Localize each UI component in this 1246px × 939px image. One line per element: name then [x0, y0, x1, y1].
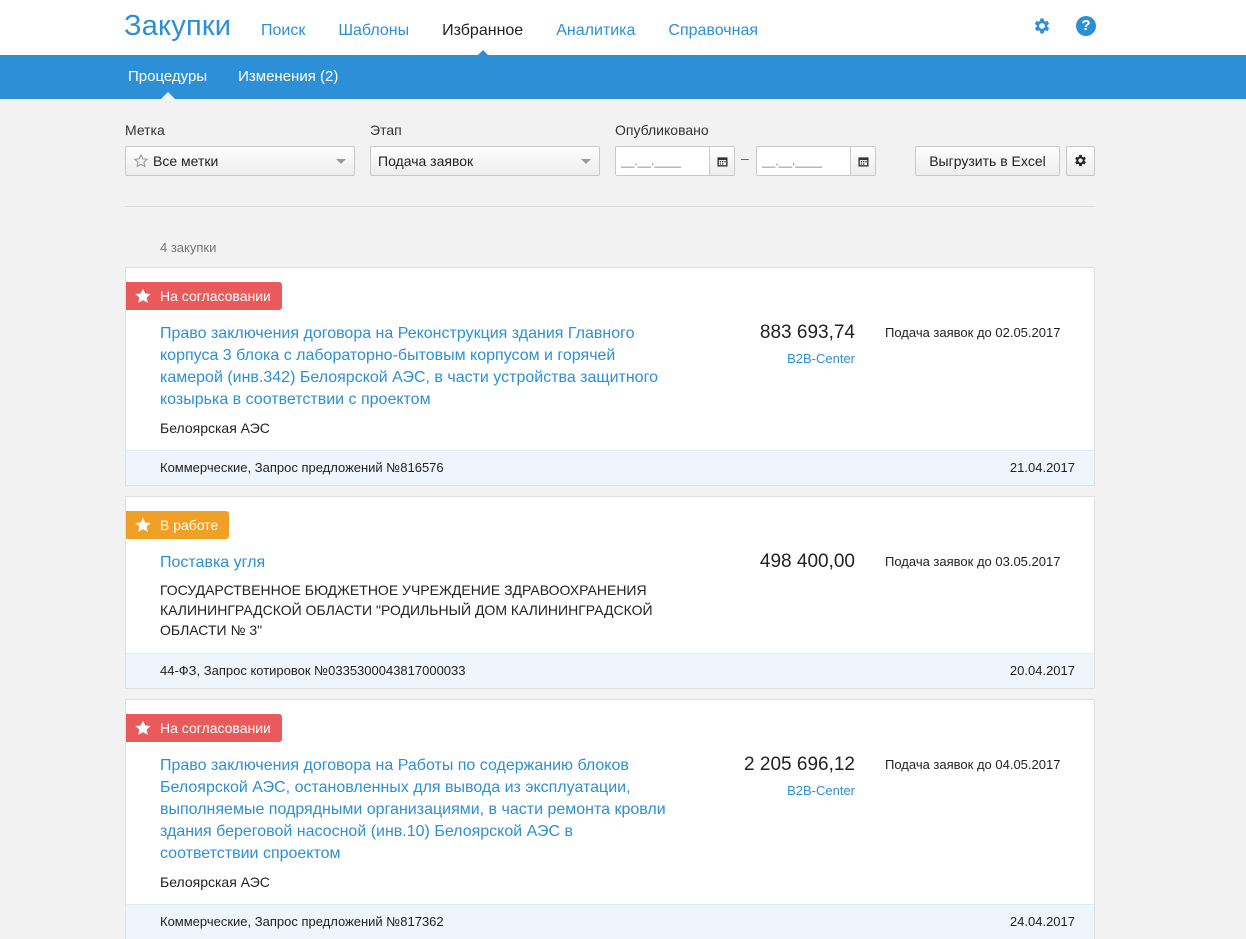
tag-filter-label: Метка — [125, 122, 165, 138]
card-footer: Коммерческие, Запрос предложений №816576… — [126, 450, 1094, 485]
export-excel-button[interactable]: Выгрузить в Excel — [915, 146, 1060, 176]
price: 2 205 696,12 — [744, 754, 855, 775]
help-icon[interactable]: ? — [1076, 16, 1096, 36]
nav-search[interactable]: Поиск — [261, 22, 305, 40]
star-outline-icon — [133, 153, 149, 168]
chevron-down-icon — [581, 159, 591, 164]
procurement-card: На согласовании Право заключения договор… — [125, 267, 1095, 486]
published-filter-label: Опубликовано — [615, 122, 709, 138]
top-icons: ? — [1032, 16, 1096, 36]
results-count: 4 закупки — [160, 240, 217, 255]
publish-date: 20.04.2017 — [1009, 663, 1075, 678]
status-label: В работе — [160, 517, 219, 533]
date-from — [615, 146, 735, 176]
deadline: Подача заявок до 02.05.2017 — [885, 325, 1061, 340]
deadline: Подача заявок до 03.05.2017 — [885, 554, 1061, 569]
stage-filter-label: Этап — [370, 122, 402, 138]
date-to-input[interactable] — [757, 147, 850, 175]
sub-nav: Процедуры Изменения (2) — [128, 68, 369, 99]
customer-name: Белоярская АЭС — [160, 420, 270, 436]
app-logo[interactable]: Закупки — [124, 10, 231, 43]
date-from-input[interactable] — [616, 147, 709, 175]
procurement-card: На согласовании Право заключения договор… — [125, 699, 1095, 939]
tag-select-value: Все метки — [153, 153, 219, 169]
platform-link[interactable]: B2B-Center — [787, 351, 855, 366]
status-label: На согласовании — [160, 720, 271, 736]
procedure-type: 44-ФЗ, Запрос котировок №033530004381700… — [160, 663, 466, 678]
nav-favorites[interactable]: Избранное — [442, 22, 523, 57]
sub-bar: Процедуры Изменения (2) — [0, 55, 1246, 99]
star-icon — [135, 720, 151, 735]
tab-changes[interactable]: Изменения (2) — [238, 68, 338, 85]
procurement-title[interactable]: Поставка угля — [160, 552, 670, 574]
nav-templates[interactable]: Шаблоны — [338, 22, 409, 40]
status-badge[interactable]: На согласовании — [126, 282, 282, 310]
price: 883 693,74 — [759, 322, 855, 343]
publish-date: 24.04.2017 — [1009, 914, 1075, 929]
status-badge[interactable]: В работе — [126, 511, 230, 539]
gear-icon — [1075, 154, 1086, 167]
nav-analytics[interactable]: Аналитика — [556, 22, 635, 40]
status-label: На согласовании — [160, 288, 271, 304]
top-bar: Закупки Поиск Шаблоны Избранное Аналитик… — [0, 0, 1246, 57]
procurement-title[interactable]: Право заключения договора на Реконструкц… — [160, 323, 670, 411]
gear-icon[interactable] — [1032, 16, 1052, 36]
calendar-icon[interactable] — [850, 147, 875, 175]
status-badge[interactable]: На согласовании — [126, 714, 282, 742]
filter-divider — [125, 206, 1095, 207]
procurement-card: В работе Поставка угля ГОСУДАРСТВЕННОЕ Б… — [125, 496, 1095, 689]
card-footer: 44-ФЗ, Запрос котировок №033530004381700… — [126, 653, 1094, 688]
stage-select-value: Подача заявок — [378, 153, 474, 169]
deadline: Подача заявок до 04.05.2017 — [885, 757, 1061, 772]
calendar-icon[interactable] — [709, 147, 734, 175]
date-to — [756, 146, 876, 176]
procedure-type: Коммерческие, Запрос предложений №817362 — [160, 914, 444, 929]
star-icon — [135, 288, 151, 303]
publish-date: 21.04.2017 — [1009, 460, 1075, 475]
tab-procedures[interactable]: Процедуры — [128, 68, 207, 99]
stage-select[interactable]: Подача заявок — [370, 146, 600, 176]
procurement-title[interactable]: Право заключения договора на Работы по с… — [160, 755, 675, 865]
customer-name: ГОСУДАРСТВЕННОЕ БЮДЖЕТНОЕ УЧРЕЖДЕНИЕ ЗДР… — [160, 582, 653, 638]
main-nav: Поиск Шаблоны Избранное Аналитика Справо… — [261, 22, 791, 57]
chevron-down-icon — [336, 159, 346, 164]
card-footer: Коммерческие, Запрос предложений №817362… — [126, 904, 1094, 939]
customer-name: Белоярская АЭС — [160, 874, 270, 890]
platform-link[interactable]: B2B-Center — [787, 783, 855, 798]
nav-reference[interactable]: Справочная — [668, 22, 758, 40]
tag-select[interactable]: Все метки — [125, 146, 355, 176]
settings-button[interactable] — [1066, 146, 1095, 176]
date-range-separator: – — [741, 150, 749, 166]
procedure-type: Коммерческие, Запрос предложений №816576 — [160, 460, 444, 475]
star-icon — [135, 517, 151, 532]
price: 498 400,00 — [759, 551, 855, 572]
